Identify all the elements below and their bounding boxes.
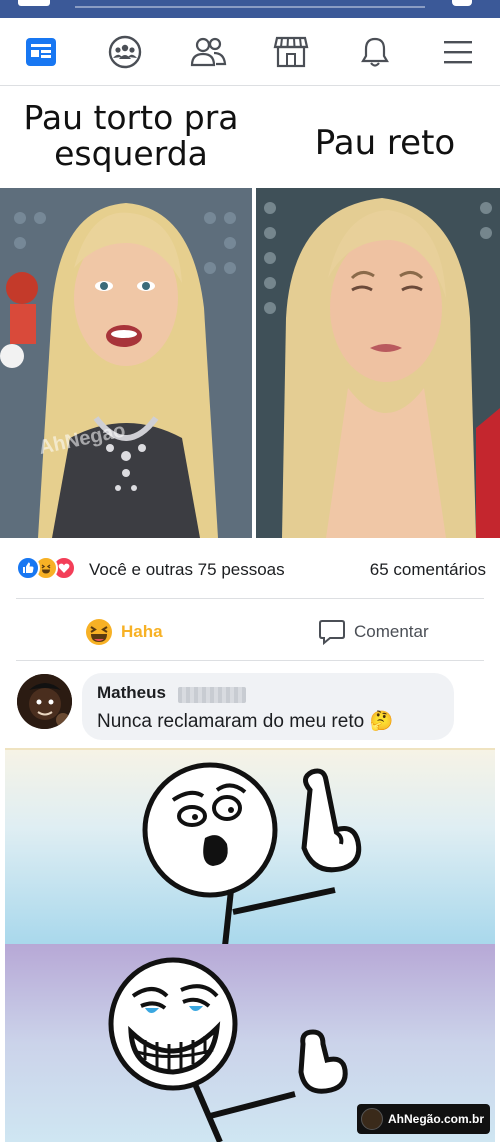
watermark-text: AhNegão.com.br — [387, 1112, 484, 1126]
comment-text-content: Nunca reclamaram do meu reto — [97, 711, 365, 732]
comment-bubble[interactable]: Matheus Nunca reclamaram do meu reto 🤔 — [82, 673, 454, 740]
friends-icon — [190, 37, 227, 67]
comment-button[interactable]: Comentar — [318, 616, 429, 648]
thinking-emoji: 🤔 — [369, 711, 394, 732]
comment-text: Nunca reclamaram do meu reto 🤔 — [97, 709, 393, 733]
bell-icon — [361, 37, 389, 67]
like-icon — [16, 556, 40, 580]
top-nav — [0, 18, 500, 86]
news-feed-icon — [26, 38, 56, 66]
site-watermark: AhNegão.com.br — [356, 1104, 490, 1134]
nav-menu[interactable] — [438, 32, 478, 72]
nav-groups[interactable] — [105, 32, 145, 72]
nav-friends[interactable] — [188, 32, 228, 72]
rage-comic-image[interactable]: AhNegão.com.br — [5, 748, 495, 1142]
divider-bottom — [16, 660, 484, 661]
hamburger-menu-icon — [444, 41, 472, 64]
comment-bubble-icon — [319, 620, 345, 646]
haha-button[interactable]: Haha — [85, 616, 163, 648]
watermark-logo — [360, 1108, 383, 1130]
status-bar-line — [75, 6, 425, 8]
avatar[interactable] — [17, 674, 72, 729]
nav-news-feed[interactable] — [21, 32, 61, 72]
comic-panel-top — [5, 748, 495, 947]
reactions-text[interactable]: Você e outras 75 pessoas — [89, 560, 285, 580]
blurred-surname — [178, 687, 246, 703]
marketplace-icon — [273, 36, 309, 68]
comment-label: Comentar — [354, 622, 429, 641]
groups-icon — [108, 35, 142, 69]
meme-photos[interactable]: AhNegao — [0, 188, 500, 538]
photo-crying-woman — [256, 188, 500, 538]
happy-woman-illustration: AhNegao — [0, 188, 252, 538]
comment: Matheus Nunca reclamaram do meu reto 🤔 — [0, 668, 500, 744]
divider-top — [16, 598, 484, 599]
status-bar — [0, 0, 500, 18]
comments-count[interactable]: 65 comentários — [370, 560, 486, 580]
status-bar-right-block — [452, 0, 472, 6]
reaction-icons — [16, 556, 76, 580]
comment-author[interactable]: Matheus — [97, 683, 166, 703]
photo-happy-woman: AhNegao — [0, 188, 252, 538]
status-bar-left-block — [18, 0, 50, 6]
nav-notifications[interactable] — [355, 32, 395, 72]
reactions-summary[interactable]: Você e outras 75 pessoas 65 comentários — [16, 556, 486, 584]
meme-left-caption: Pau torto pra esquerda — [23, 98, 239, 173]
crying-woman-illustration — [256, 188, 500, 538]
raised-finger-stickman — [142, 762, 362, 947]
haha-emoji-icon — [86, 619, 112, 645]
meme-right-caption: Pau reto — [314, 123, 456, 163]
post-actions: Haha Comentar — [0, 604, 500, 660]
comic-panel-bottom: AhNegão.com.br — [5, 944, 495, 1142]
nav-marketplace[interactable] — [271, 32, 311, 72]
haha-label: Haha — [121, 622, 163, 641]
